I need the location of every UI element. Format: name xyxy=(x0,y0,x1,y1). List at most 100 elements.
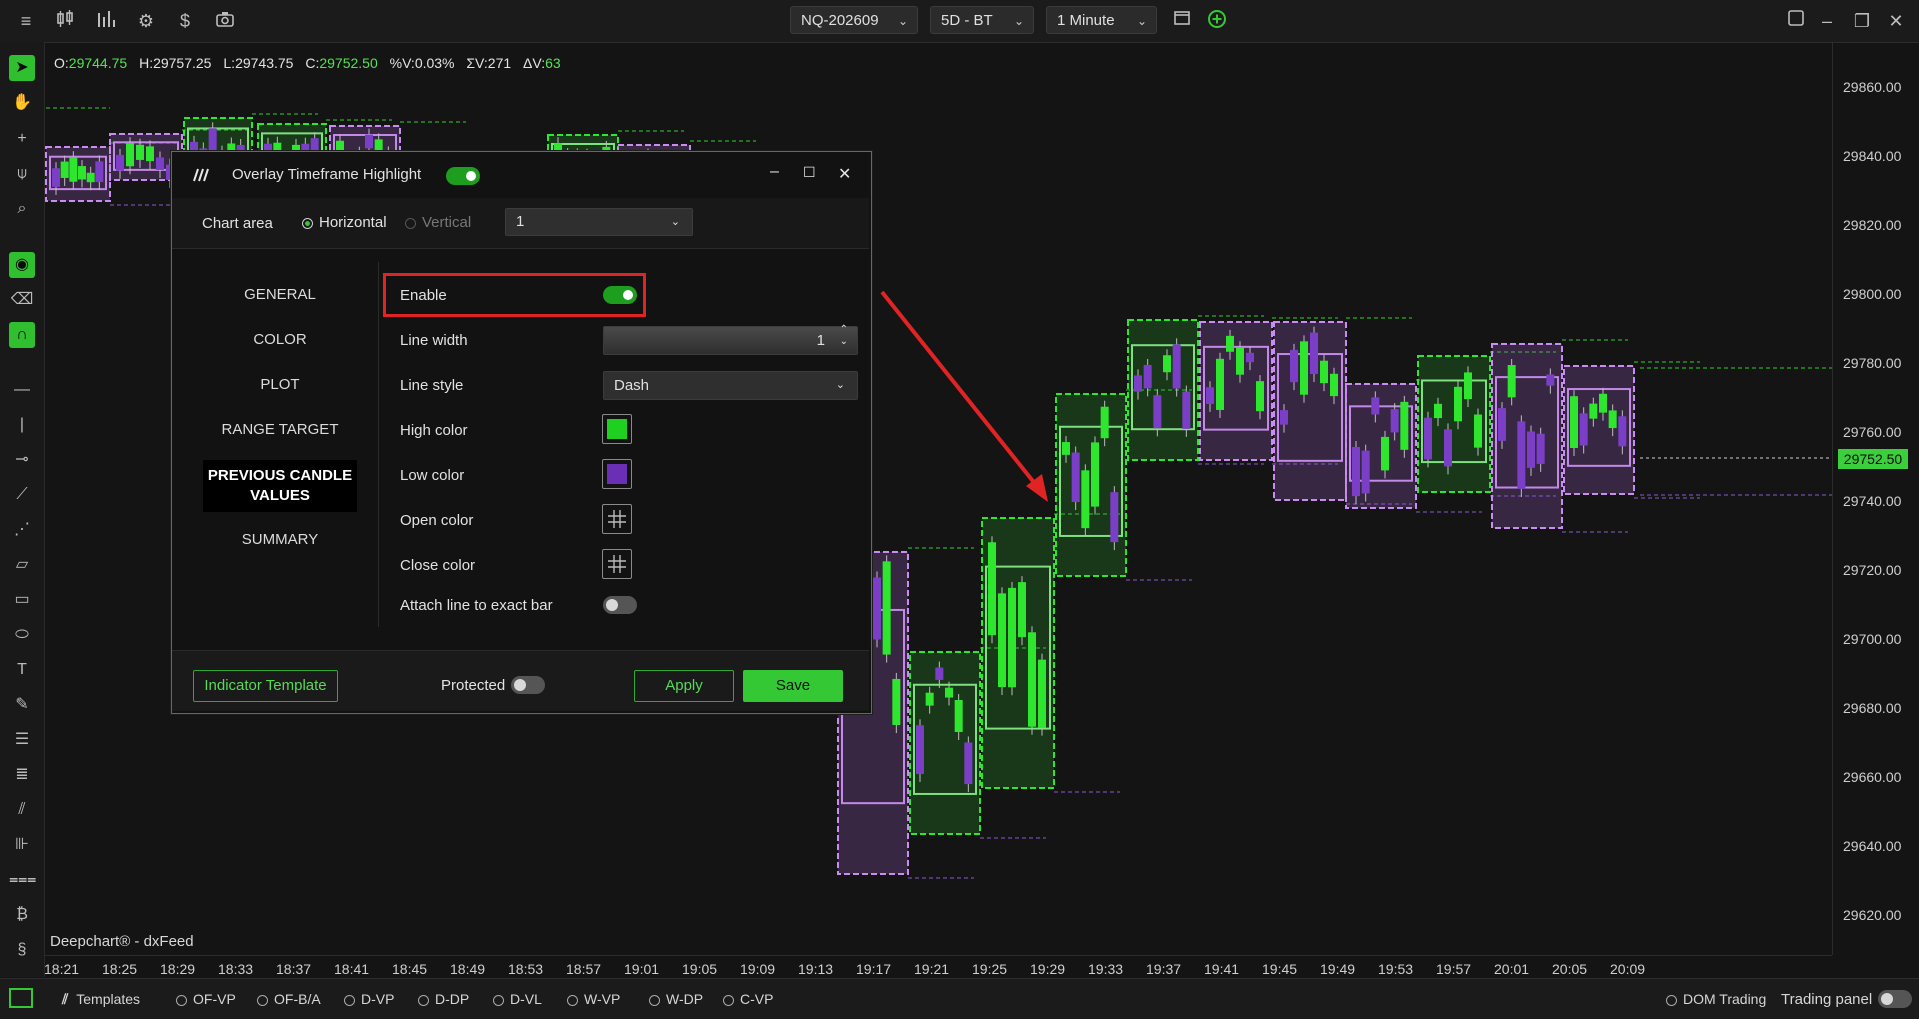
dollar-icon[interactable]: $ xyxy=(173,9,197,33)
hline-icon[interactable]: — xyxy=(9,377,35,403)
close-label: C: xyxy=(305,55,320,71)
hand-icon[interactable]: ✋ xyxy=(9,90,35,116)
nav-general[interactable]: GENERAL xyxy=(203,286,357,303)
candle-body xyxy=(1163,355,1171,373)
high-color-swatch[interactable] xyxy=(602,414,632,444)
line-style-select[interactable]: Dash ⌄ xyxy=(603,371,858,400)
dialog-close-icon[interactable]: ✕ xyxy=(838,164,851,184)
fib-alt-icon[interactable]: ⊪ xyxy=(9,832,35,858)
open-label: O: xyxy=(54,55,69,71)
nav-range-target[interactable]: RANGE TARGET xyxy=(203,421,357,438)
pencil-icon[interactable]: ✎ xyxy=(9,692,35,718)
magnet-pointer-icon[interactable]: ⍦ xyxy=(9,161,35,187)
dollar-coins-icon[interactable]: § xyxy=(9,937,35,963)
restore-icon[interactable]: ❐ xyxy=(1850,9,1874,33)
time-axis-label: 18:45 xyxy=(392,961,428,977)
path-icon[interactable]: ⋰ xyxy=(9,517,35,543)
nav-color[interactable]: COLOR xyxy=(203,331,357,348)
eye-icon[interactable]: ◉ xyxy=(9,252,35,278)
magnet-icon[interactable]: ∩ xyxy=(9,322,35,348)
template-d-dp[interactable]: D-DP xyxy=(418,991,469,1007)
radio-unselected-icon xyxy=(257,995,268,1006)
minimize-icon[interactable]: – xyxy=(1815,9,1839,33)
period-select[interactable]: 5D - BT ⌄ xyxy=(930,6,1034,34)
templates-button[interactable]: ⫽ Templates xyxy=(62,991,140,1008)
zoom-icon[interactable]: ⌕ xyxy=(9,196,35,222)
menu-icon[interactable]: ≡ xyxy=(14,9,38,33)
template-d-vp[interactable]: D-VP xyxy=(344,991,394,1007)
levels-icon[interactable]: ⩶ xyxy=(9,867,36,893)
window-icon[interactable] xyxy=(1170,9,1194,33)
ray-icon[interactable]: ⊸ xyxy=(9,447,35,473)
candle-body xyxy=(156,157,164,170)
bars-icon[interactable] xyxy=(94,9,118,33)
attach-line-toggle[interactable] xyxy=(603,596,637,614)
dialog-divider xyxy=(172,248,869,249)
gear-icon[interactable]: ⚙ xyxy=(134,9,158,33)
dollar-bars-icon[interactable]: ₿ xyxy=(9,902,35,928)
nav-summary[interactable]: SUMMARY xyxy=(203,531,357,548)
list-icon[interactable]: ☰ xyxy=(9,727,35,753)
apply-button[interactable]: Apply xyxy=(634,670,734,702)
candle-body xyxy=(1498,408,1506,441)
add-circle-icon[interactable] xyxy=(1205,9,1229,33)
radio-unselected-icon xyxy=(649,995,660,1006)
candle-body xyxy=(86,172,95,183)
template-of-b-a[interactable]: OF-B/A xyxy=(257,991,321,1007)
symbol-select[interactable]: NQ-202609 ⌄ xyxy=(790,6,918,34)
fib-icon[interactable]: ⫽ xyxy=(9,797,35,823)
trendline-icon[interactable]: ⟋ xyxy=(9,482,35,508)
template-w-dp[interactable]: W-DP xyxy=(649,991,703,1007)
time-axis-label: 20:01 xyxy=(1494,961,1530,977)
line-style-value: Dash xyxy=(614,377,650,394)
dialog-maximize-icon[interactable]: ☐ xyxy=(803,164,816,181)
template-of-vp[interactable]: OF-VP xyxy=(176,991,236,1007)
vline-icon[interactable]: | xyxy=(9,412,35,438)
chart-area-select[interactable]: 1 ⌄ xyxy=(505,208,693,236)
template-d-vl[interactable]: D-VL xyxy=(493,991,542,1007)
template-label: D-VP xyxy=(361,991,395,1007)
indicator-template-button[interactable]: Indicator Template xyxy=(193,670,338,702)
open-color-swatch[interactable] xyxy=(602,504,632,534)
text-icon[interactable]: T xyxy=(9,657,35,683)
candle-body xyxy=(1599,393,1607,413)
candle-body xyxy=(1536,433,1545,464)
crosshair-icon[interactable]: + xyxy=(9,126,35,152)
nav-plot[interactable]: PLOT xyxy=(203,376,357,393)
dialog-minimize-icon[interactable]: – xyxy=(770,163,779,181)
pointer-icon[interactable]: ➤ xyxy=(9,55,35,81)
save-button[interactable]: Save xyxy=(743,670,843,702)
time-axis-label: 20:05 xyxy=(1552,961,1588,977)
low-color-swatch[interactable] xyxy=(602,459,632,489)
ruler-icon[interactable]: ▱ xyxy=(9,552,35,578)
ellipse-icon[interactable]: ⬭ xyxy=(9,622,35,648)
nav-previous-candle-values[interactable]: PREVIOUS CANDLE VALUES xyxy=(203,460,357,512)
close-color-swatch[interactable] xyxy=(602,549,632,579)
vertical-radio[interactable]: Vertical xyxy=(405,214,471,231)
list-alt-icon[interactable]: ≣ xyxy=(9,762,35,788)
stepper-icon[interactable]: ⌃ ⌄ xyxy=(840,324,848,348)
protected-toggle[interactable] xyxy=(511,676,545,694)
close-color-label: Close color xyxy=(400,557,476,574)
timeframe-select[interactable]: 1 Minute ⌄ xyxy=(1046,6,1157,34)
dom-trading-radio[interactable]: DOM Trading xyxy=(1666,991,1766,1007)
panel-toggle-icon[interactable] xyxy=(9,988,33,1008)
indicator-enabled-toggle[interactable] xyxy=(446,167,480,185)
chevron-down-icon: ⌄ xyxy=(1136,14,1147,28)
time-axis-label: 19:53 xyxy=(1378,961,1414,977)
template-c-vp[interactable]: C-VP xyxy=(723,991,773,1007)
template-w-vp[interactable]: W-VP xyxy=(567,991,620,1007)
candle-body xyxy=(95,161,104,183)
symbol-value: NQ-202609 xyxy=(801,12,879,29)
eraser-icon[interactable]: ⌫ xyxy=(9,287,35,313)
rectangle-icon[interactable]: ▭ xyxy=(9,587,35,613)
template-label: OF-B/A xyxy=(274,991,321,1007)
trading-panel-toggle[interactable] xyxy=(1878,990,1912,1008)
horizontal-radio[interactable]: Horizontal xyxy=(302,214,387,231)
layout-icon[interactable] xyxy=(1784,9,1808,33)
line-width-input[interactable]: 1 ⌃ ⌄ xyxy=(603,324,858,355)
camera-icon[interactable] xyxy=(213,9,237,33)
close-icon[interactable]: ✕ xyxy=(1884,9,1908,33)
candle-body xyxy=(1028,632,1036,727)
candles-icon[interactable] xyxy=(53,9,77,33)
